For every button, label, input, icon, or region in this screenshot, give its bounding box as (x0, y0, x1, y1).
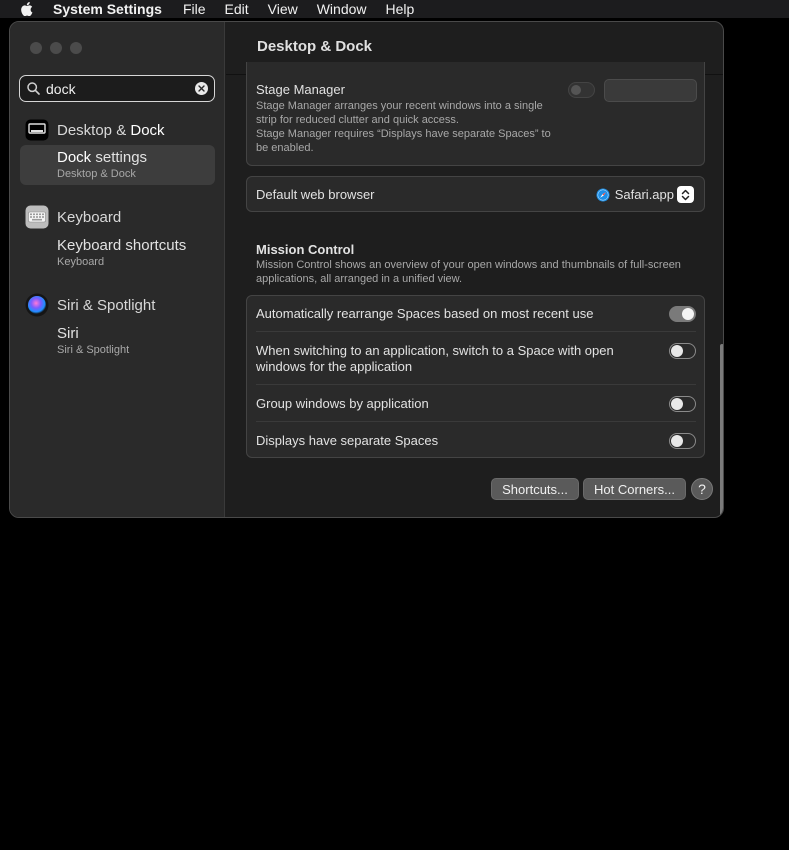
stage-manager-customize-button[interactable] (604, 79, 697, 102)
chevron-updown-icon (677, 186, 694, 203)
menu-app-name[interactable]: System Settings (53, 1, 162, 17)
sidebar-group-label: Keyboard (57, 208, 122, 226)
search-icon (27, 82, 40, 95)
default-browser-popup[interactable]: Safari.app (596, 186, 694, 203)
default-browser-label: Default web browser (256, 187, 375, 202)
shortcuts-button[interactable]: Shortcuts... (491, 478, 579, 500)
row-divider (256, 384, 696, 385)
help-button[interactable]: ? (691, 478, 713, 500)
desktop-dock-icon (25, 119, 49, 141)
mission-control-heading: Mission Control (256, 242, 355, 257)
mission-control-card: Automatically rearrange Spaces based on … (246, 295, 705, 458)
sidebar-result-dock-settings[interactable]: Dock settings Desktop & Dock (20, 145, 215, 185)
switch-to-space-toggle[interactable] (669, 343, 696, 359)
rearrange-spaces-toggle[interactable] (669, 306, 696, 322)
sidebar-result-siri[interactable]: Siri Siri & Spotlight (20, 321, 215, 361)
settings-window: Desktop & Dock Dock settings Desktop & D… (9, 21, 724, 518)
option-label: Group windows by application (256, 396, 429, 411)
sidebar-group-label: Desktop & Dock (57, 121, 165, 139)
default-browser-value: Safari.app (614, 187, 674, 202)
row-divider (256, 331, 696, 332)
sidebar-group-desktop-dock[interactable]: Desktop & Dock (25, 118, 165, 142)
option-row-group-windows: Group windows by application (256, 396, 696, 412)
scrollbar[interactable] (720, 344, 723, 516)
apple-logo-icon[interactable] (20, 2, 34, 16)
sidebar-group-label: Siri & Spotlight (57, 296, 156, 314)
minimize-window-button[interactable] (50, 42, 62, 54)
option-row-rearrange-spaces: Automatically rearrange Spaces based on … (256, 306, 696, 322)
sidebar-result-keyboard-shortcuts[interactable]: Keyboard shortcuts Keyboard (20, 233, 215, 273)
clear-search-icon[interactable] (195, 82, 208, 95)
stage-manager-description: Stage Manager arranges your recent windo… (256, 100, 551, 154)
menu-window[interactable]: Window (317, 1, 367, 17)
result-title: Dock settings (57, 149, 148, 166)
result-title: Siri (57, 325, 79, 342)
stage-manager-card: Stage Manager Stage Manager arranges you… (246, 62, 705, 166)
main-pane: Desktop & Dock Stage Manager Stage Manag… (226, 22, 723, 517)
default-browser-card: Default web browser Safari.app (246, 176, 705, 212)
search-field[interactable] (19, 75, 215, 102)
page-title: Desktop & Dock (257, 38, 373, 55)
zoom-window-button[interactable] (70, 42, 82, 54)
sidebar: Desktop & Dock Dock settings Desktop & D… (10, 22, 225, 517)
menu-edit[interactable]: Edit (225, 1, 249, 17)
search-input[interactable] (46, 80, 186, 97)
option-label: Displays have separate Spaces (256, 433, 439, 448)
safari-icon (596, 188, 610, 201)
option-label: Automatically rearrange Spaces based on … (256, 306, 594, 321)
result-title: Keyboard shortcuts (57, 237, 187, 254)
result-subtitle: Siri & Spotlight (57, 344, 130, 356)
sidebar-group-keyboard[interactable]: Keyboard (25, 205, 121, 229)
option-row-switch-to-space: When switching to an application, switch… (256, 343, 696, 375)
result-subtitle: Keyboard (57, 256, 105, 268)
group-windows-toggle[interactable] (669, 396, 696, 412)
keyboard-icon (25, 205, 49, 229)
menu-view[interactable]: View (268, 1, 298, 17)
stage-manager-label: Stage Manager (256, 82, 345, 97)
option-row-separate-spaces: Displays have separate Spaces (256, 433, 696, 449)
row-divider (256, 421, 696, 422)
menu-bar: System Settings File Edit View Window He… (0, 0, 789, 18)
close-window-button[interactable] (30, 42, 42, 54)
stage-manager-toggle[interactable] (568, 82, 595, 98)
sidebar-group-siri-spotlight[interactable]: Siri & Spotlight (25, 293, 155, 317)
result-subtitle: Desktop & Dock (57, 168, 136, 180)
mission-control-description: Mission Control shows an overview of you… (256, 259, 681, 285)
separate-spaces-toggle[interactable] (669, 433, 696, 449)
menu-file[interactable]: File (183, 1, 206, 17)
option-label: When switching to an application, switch… (256, 343, 614, 374)
hot-corners-button[interactable]: Hot Corners... (583, 478, 686, 500)
siri-icon (25, 293, 49, 317)
menu-help[interactable]: Help (386, 1, 415, 17)
